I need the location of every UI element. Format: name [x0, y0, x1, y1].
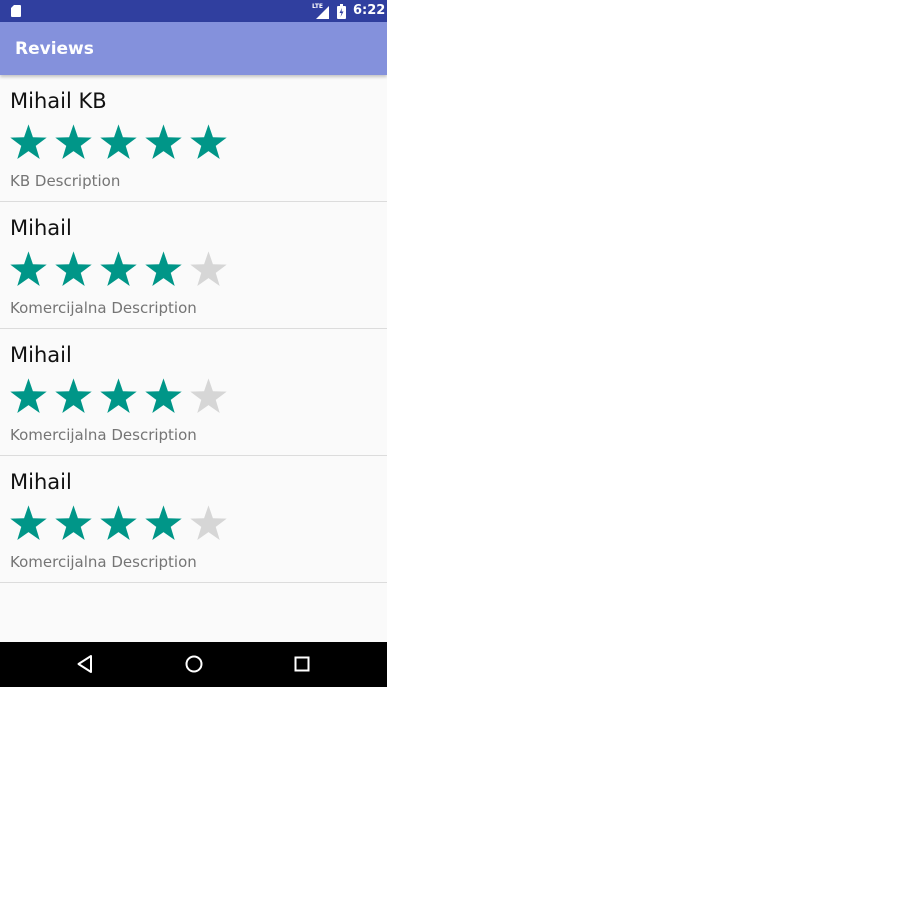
home-icon[interactable] [183, 653, 205, 675]
page-title: Reviews [15, 39, 94, 59]
status-clock: 6:22 [353, 3, 386, 18]
star-filled-icon [10, 505, 47, 541]
back-icon[interactable] [74, 653, 96, 675]
review-list-item[interactable]: Mihail Komercijalna Description [0, 202, 387, 329]
reviewer-name: Mihail KB [10, 89, 107, 113]
reviewer-name: Mihail [10, 343, 72, 367]
review-description: Komercijalna Description [10, 553, 197, 571]
star-filled-icon [100, 251, 137, 287]
navigation-bar [0, 642, 387, 687]
review-description: KB Description [10, 172, 121, 190]
star-filled-icon [55, 251, 92, 287]
star-filled-icon [145, 378, 182, 414]
star-filled-icon [145, 505, 182, 541]
star-filled-icon [145, 251, 182, 287]
review-list-item[interactable]: Mihail Komercijalna Description [0, 329, 387, 456]
star-filled-icon [100, 124, 137, 160]
phone-screen: LTE 6:22 Reviews Mihail KB KB Descriptio… [0, 0, 387, 687]
star-filled-icon [145, 124, 182, 160]
rating-bar [6, 123, 231, 161]
star-filled-icon [100, 378, 137, 414]
battery-icon [337, 4, 346, 19]
star-filled-icon [10, 251, 47, 287]
review-list-item[interactable]: Mihail Komercijalna Description [0, 456, 387, 583]
sd-card-icon [11, 5, 21, 17]
signal-icon [316, 6, 329, 19]
recents-icon[interactable] [291, 653, 313, 675]
review-list-item[interactable]: Mihail KB KB Description [0, 75, 387, 202]
reviewer-name: Mihail [10, 470, 72, 494]
star-empty-icon [190, 251, 227, 287]
star-filled-icon [100, 505, 137, 541]
star-filled-icon [10, 124, 47, 160]
reviews-list: Mihail KB KB Description Mihail Komercij… [0, 75, 387, 583]
reviewer-name: Mihail [10, 216, 72, 240]
rating-bar [6, 504, 231, 542]
review-description: Komercijalna Description [10, 426, 197, 444]
star-filled-icon [55, 124, 92, 160]
star-empty-icon [190, 378, 227, 414]
star-filled-icon [55, 378, 92, 414]
review-description: Komercijalna Description [10, 299, 197, 317]
star-filled-icon [190, 124, 227, 160]
star-filled-icon [10, 378, 47, 414]
star-empty-icon [190, 505, 227, 541]
status-bar: LTE 6:22 [0, 0, 387, 22]
star-filled-icon [55, 505, 92, 541]
app-bar: Reviews [0, 22, 387, 75]
rating-bar [6, 377, 231, 415]
rating-bar [6, 250, 231, 288]
